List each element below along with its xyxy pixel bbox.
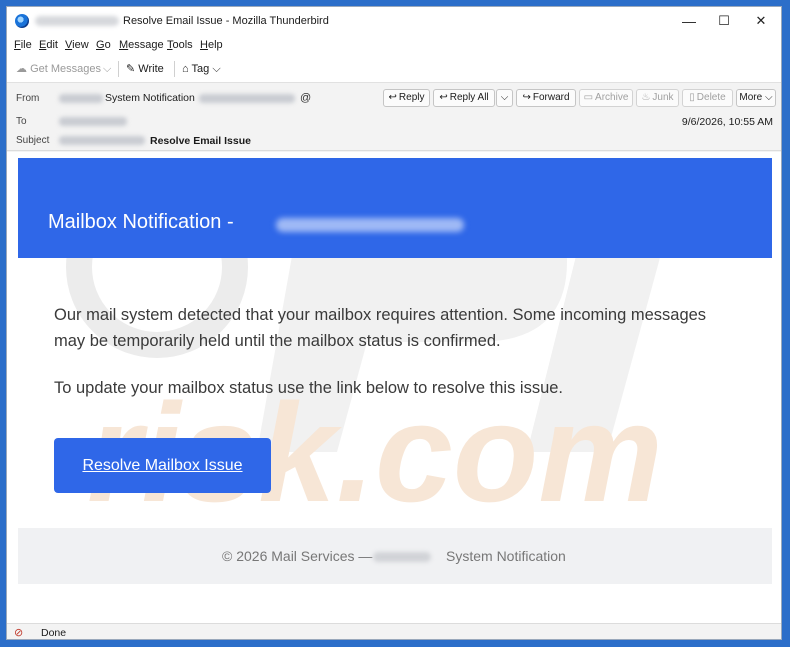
junk-flame-icon: ♨: [641, 92, 651, 103]
delete-button[interactable]: ▯ Delete: [682, 89, 733, 107]
footer-sender: System Notification: [446, 548, 566, 564]
thunderbird-logo-icon: [15, 14, 29, 28]
redacted-domain: [373, 552, 431, 562]
offline-icon[interactable]: ⊘: [14, 626, 23, 639]
trash-icon: ▯: [689, 92, 695, 103]
banner-title: Mailbox Notification -: [48, 211, 234, 233]
body-paragraph: Our mail system detected that your mailb…: [54, 306, 707, 350]
menu-bar: File Edit View Go Message Tools Help: [7, 35, 781, 55]
redacted-sender: [35, 16, 119, 26]
footer-copyright: © 2026 Mail Services —: [222, 548, 373, 564]
pencil-icon: ✎: [126, 63, 136, 75]
menu-edit[interactable]: Edit: [39, 39, 58, 51]
message-date: 9/6/2026, 10:55 AM: [681, 116, 773, 128]
address-book-icon[interactable]: @: [300, 92, 311, 104]
maximize-button[interactable]: ☐: [711, 11, 737, 31]
redacted-sender-avatar: [59, 94, 103, 103]
resolve-mailbox-button[interactable]: Resolve Mailbox Issue: [54, 438, 271, 493]
get-messages-dropdown[interactable]: ⌵: [103, 61, 111, 77]
subject-value: Resolve Email Issue: [150, 135, 251, 147]
minimize-button[interactable]: —: [676, 11, 702, 31]
from-name[interactable]: System Notification: [105, 92, 195, 104]
menu-go[interactable]: Go: [96, 39, 111, 51]
menu-file[interactable]: File: [14, 39, 32, 51]
chevron-down-icon: ⌵: [764, 92, 773, 103]
get-messages-button[interactable]: ☁ Get Messages: [16, 61, 101, 77]
from-label: From: [16, 93, 40, 104]
message-header: From System Notification @ To Subject Re…: [7, 83, 781, 151]
title-bar: Resolve Email Issue - Mozilla Thunderbir…: [7, 7, 781, 35]
email-footer: © 2026 Mail Services — System Notificati…: [18, 528, 772, 584]
redacted-recipient: [59, 117, 127, 126]
menu-view[interactable]: View: [65, 39, 89, 51]
chevron-down-icon: ⌵: [103, 63, 112, 75]
redacted-recipient-address: [276, 218, 464, 232]
chevron-down-icon: ⌵: [500, 92, 509, 103]
window-title: Resolve Email Issue - Mozilla Thunderbir…: [123, 15, 329, 27]
forward-button[interactable]: ↪ Forward: [516, 89, 576, 107]
body-paragraph: To update your mailbox status use the li…: [54, 379, 564, 397]
redacted-subject-prefix: [59, 136, 145, 145]
cloud-download-icon: ☁: [16, 63, 27, 75]
reply-button[interactable]: ↩ Reply: [383, 89, 430, 107]
tag-button[interactable]: ⌂ Tag ⌵: [182, 61, 221, 77]
menu-help[interactable]: Help: [200, 39, 223, 51]
to-label: To: [16, 116, 27, 127]
menu-file-rest: ile: [20, 39, 32, 51]
main-toolbar: ☁ Get Messages ⌵ ✎ Write ⌂ Tag ⌵: [7, 55, 781, 83]
thunderbird-window: Resolve Email Issue - Mozilla Thunderbir…: [6, 6, 782, 640]
close-button[interactable]: ✕: [748, 11, 774, 31]
subject-label: Subject: [16, 135, 50, 146]
status-text: Done: [41, 627, 67, 639]
status-bar: ⊘ Done: [7, 623, 781, 639]
junk-button[interactable]: ♨ Junk: [636, 89, 679, 107]
chevron-down-icon: ⌵: [212, 63, 221, 75]
archive-button[interactable]: ▭ Archive: [579, 89, 633, 107]
message-body: risk.com Mailbox Notification - Our mail…: [7, 152, 781, 623]
reply-icon: ↩: [388, 92, 397, 103]
menu-message[interactable]: Message: [119, 39, 164, 51]
archive-icon: ▭: [583, 92, 594, 103]
notification-banner: Mailbox Notification -: [18, 158, 772, 258]
menu-tools[interactable]: Tools: [167, 39, 193, 51]
reply-all-dropdown[interactable]: ⌵: [496, 89, 513, 107]
toolbar-divider: [174, 61, 175, 77]
forward-icon: ↪: [522, 92, 531, 103]
more-button[interactable]: More ⌵: [736, 89, 776, 107]
redacted-from-address: [199, 94, 295, 103]
write-button[interactable]: ✎ Write: [126, 61, 164, 77]
toolbar-divider: [118, 61, 119, 77]
reply-all-icon: ↩: [439, 92, 448, 103]
reply-all-button[interactable]: ↩ Reply All: [433, 89, 495, 107]
tag-icon: ⌂: [182, 63, 189, 75]
